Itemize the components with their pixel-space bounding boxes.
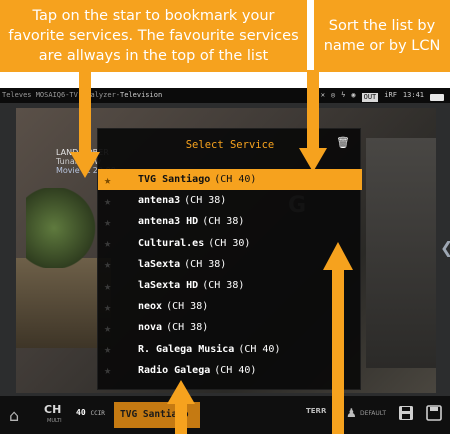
callout-bookmark-text: Tap on the star to bookmark your favorit… — [8, 8, 299, 64]
favorite-star-icon[interactable]: ★ — [104, 321, 122, 335]
status-right: ✕ ◎ ϟ ◉ OUT iRF 13:41 — [321, 88, 444, 103]
delete-icon[interactable]: 🗑 — [336, 136, 350, 149]
current-channel[interactable]: 40 CCIR — [76, 408, 105, 417]
service-name: antena3 — [138, 195, 181, 207]
status-bar: Televes MOSAIQ6-TV Analyzer-Television ✕… — [0, 88, 450, 103]
mode-label: Television — [120, 91, 163, 99]
home-icon[interactable]: ⌂ — [9, 406, 27, 425]
callout-sort-text: Sort the list by name or by LCN — [323, 18, 441, 54]
service-name: laSexta HD — [138, 280, 199, 292]
favorite-star-icon[interactable]: ★ — [104, 257, 122, 271]
service-name: TVG Santiago — [138, 174, 211, 186]
arrow-up-from-bottom-icon — [167, 380, 195, 434]
service-name: nova — [138, 322, 163, 334]
favorite-star-icon[interactable]: ★ — [104, 236, 122, 250]
record-icon: ◎ — [330, 91, 336, 99]
channel-plan: CCIR — [90, 410, 105, 417]
service-channel: (CH 40) — [214, 174, 257, 186]
favorite-star-icon[interactable]: ★ — [104, 300, 122, 314]
app-title: Televes MOSAIQ6-TV Analyzer- — [2, 91, 121, 99]
arrow-to-star-icon — [70, 70, 100, 178]
callout-bookmark-tip: Tap on the star to bookmark your favorit… — [0, 0, 307, 72]
antenna-icon: ϟ — [341, 91, 346, 99]
service-row[interactable]: ★ antena3 (CH 38) — [98, 190, 362, 211]
save-as-icon[interactable] — [426, 405, 442, 421]
favorite-star-icon[interactable]: ★ — [104, 173, 122, 187]
bottom-bar: ⌂ CH MULTI 40 CCIR TVG Santiago TERR ♟ D… — [0, 396, 450, 434]
service-channel: (CH 38) — [202, 280, 245, 292]
service-name: laSexta — [138, 258, 181, 270]
next-page-icon[interactable]: ❮ — [440, 238, 450, 258]
service-channel: (CH 38) — [184, 195, 227, 207]
save-icon[interactable] — [398, 405, 414, 421]
current-channel-number: 40 — [76, 408, 86, 417]
battery-icon — [430, 94, 444, 101]
device-screen: Televes MOSAIQ6-TV Analyzer-Television ✕… — [0, 88, 450, 434]
service-name: Radio Galega — [138, 364, 211, 376]
profile-label: DEFAULT — [360, 410, 386, 417]
service-channel: (CH 38) — [166, 322, 209, 334]
service-channel: (CH 40) — [214, 364, 257, 376]
service-row[interactable]: ★ antena3 HD (CH 38) — [98, 211, 362, 232]
service-channel: (CH 38) — [202, 216, 245, 228]
service-channel: (CH 38) — [166, 301, 209, 313]
power-icon: ◉ — [351, 91, 356, 99]
callout-sort-tip: Sort the list by name or by LCN — [314, 0, 450, 72]
arrow-to-sort-icon — [299, 70, 327, 172]
service-channel: (CH 30) — [208, 237, 251, 249]
service-channel: (CH 40) — [238, 343, 281, 355]
favorite-star-icon[interactable]: ★ — [104, 279, 122, 293]
service-name: neox — [138, 301, 163, 313]
favorite-star-icon[interactable]: ★ — [104, 194, 122, 208]
favorite-star-icon[interactable]: ★ — [104, 342, 122, 356]
scene-plant — [26, 188, 96, 268]
service-name: R. Galega Musica — [138, 343, 235, 355]
scene-panel — [366, 138, 436, 368]
channel-selector-sub: MULTI — [47, 418, 62, 424]
service-name: Cultural.es — [138, 237, 205, 249]
clock: 13:41 — [402, 91, 424, 99]
favorite-star-icon[interactable]: ★ — [104, 215, 122, 229]
arrow-up-from-list-icon — [323, 242, 353, 434]
input-label: iRF — [384, 91, 397, 99]
service-channel: (CH 38) — [184, 258, 227, 270]
favorite-star-icon[interactable]: ★ — [104, 363, 122, 377]
service-name: antena3 HD — [138, 216, 199, 228]
channel-selector-label[interactable]: CH — [44, 404, 61, 416]
output-badge: OUT — [361, 92, 379, 102]
